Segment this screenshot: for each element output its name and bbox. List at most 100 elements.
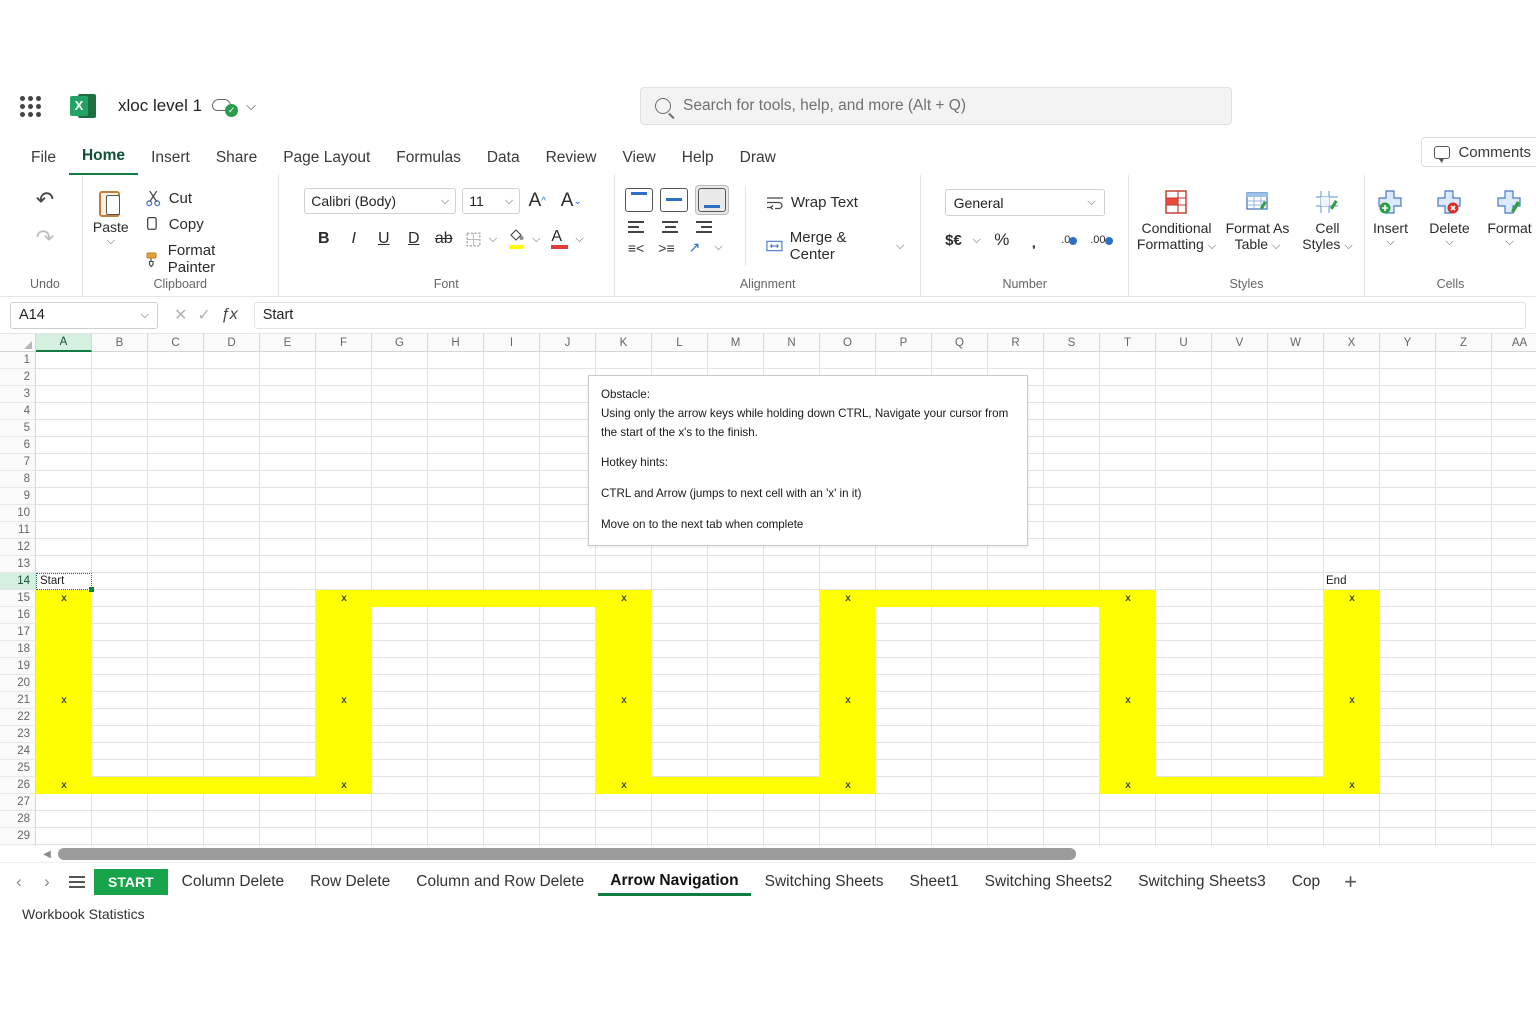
cell[interactable]: [92, 573, 148, 590]
shrink-font-button[interactable]: A ⌄: [554, 187, 588, 215]
cell[interactable]: [484, 624, 540, 641]
cell[interactable]: [92, 590, 148, 607]
cell[interactable]: [92, 420, 148, 437]
cell[interactable]: [1044, 437, 1100, 454]
cell[interactable]: [1268, 675, 1324, 692]
cell[interactable]: [652, 352, 708, 369]
cell[interactable]: [540, 743, 596, 760]
cell[interactable]: [372, 573, 428, 590]
cell[interactable]: [1436, 777, 1492, 794]
cell[interactable]: [260, 828, 316, 845]
workbook-statistics-label[interactable]: Workbook Statistics: [22, 906, 145, 922]
sheet-tab-row-delete[interactable]: Row Delete: [298, 869, 402, 895]
row-header-14[interactable]: 14: [0, 573, 36, 590]
cell[interactable]: [1380, 709, 1436, 726]
cell[interactable]: [764, 675, 820, 692]
cell[interactable]: [1324, 505, 1380, 522]
cell[interactable]: [1492, 352, 1536, 369]
insert-cells-button[interactable]: Insert ⌵: [1362, 187, 1418, 249]
cell[interactable]: [1044, 811, 1100, 828]
cell[interactable]: [1044, 675, 1100, 692]
cell[interactable]: [92, 454, 148, 471]
cell[interactable]: [428, 760, 484, 777]
cell[interactable]: [484, 352, 540, 369]
cell[interactable]: [708, 624, 764, 641]
cell[interactable]: [1436, 743, 1492, 760]
merge-chevron-down-icon[interactable]: ⌵: [896, 240, 904, 253]
cell[interactable]: [988, 675, 1044, 692]
cell[interactable]: [1212, 505, 1268, 522]
cell[interactable]: [372, 760, 428, 777]
delete-chevron-down-icon[interactable]: ⌵: [1445, 236, 1453, 249]
cell[interactable]: [92, 471, 148, 488]
cell[interactable]: [1268, 760, 1324, 777]
cell[interactable]: [204, 726, 260, 743]
cell[interactable]: [1212, 420, 1268, 437]
cell[interactable]: [1212, 403, 1268, 420]
cell[interactable]: [1044, 828, 1100, 845]
cell[interactable]: [764, 641, 820, 658]
cell[interactable]: [372, 454, 428, 471]
cell[interactable]: [372, 709, 428, 726]
cell[interactable]: [1268, 420, 1324, 437]
cell[interactable]: [1436, 658, 1492, 675]
cell[interactable]: [36, 505, 92, 522]
cell[interactable]: [372, 420, 428, 437]
cell[interactable]: [92, 692, 148, 709]
cell[interactable]: [428, 743, 484, 760]
cell[interactable]: [1044, 573, 1100, 590]
cell[interactable]: [1436, 607, 1492, 624]
cell[interactable]: [1492, 505, 1536, 522]
cell[interactable]: [92, 726, 148, 743]
cell[interactable]: [820, 556, 876, 573]
cell[interactable]: [260, 369, 316, 386]
cell[interactable]: [484, 811, 540, 828]
cell[interactable]: [1100, 522, 1156, 539]
cell[interactable]: [1268, 369, 1324, 386]
cell[interactable]: [260, 743, 316, 760]
cell[interactable]: [1380, 607, 1436, 624]
font-color-button[interactable]: A: [545, 225, 575, 253]
cell[interactable]: [1492, 386, 1536, 403]
cell[interactable]: [148, 607, 204, 624]
increase-decimal-button[interactable]: .0: [1051, 226, 1081, 254]
cell[interactable]: [932, 641, 988, 658]
cell[interactable]: [428, 573, 484, 590]
comma-style-button[interactable]: ̦: [1019, 226, 1049, 254]
cell[interactable]: [92, 522, 148, 539]
cell[interactable]: [876, 556, 932, 573]
cell[interactable]: [36, 556, 92, 573]
confirm-formula-icon[interactable]: ✓: [197, 305, 210, 325]
cell[interactable]: [148, 624, 204, 641]
column-header-Y[interactable]: Y: [1380, 334, 1436, 352]
cell[interactable]: [1268, 556, 1324, 573]
cell[interactable]: [428, 556, 484, 573]
cell[interactable]: [260, 760, 316, 777]
cell[interactable]: [316, 556, 372, 573]
row-header-4[interactable]: 4: [0, 403, 36, 420]
cell[interactable]: [1044, 760, 1100, 777]
cell[interactable]: [1156, 403, 1212, 420]
cell[interactable]: [932, 556, 988, 573]
document-title[interactable]: xloc level 1: [118, 96, 202, 116]
cell[interactable]: [876, 794, 932, 811]
cell[interactable]: [652, 624, 708, 641]
cell[interactable]: [428, 624, 484, 641]
row-header-28[interactable]: 28: [0, 811, 36, 828]
cell[interactable]: [932, 743, 988, 760]
cell[interactable]: [92, 352, 148, 369]
cell[interactable]: [428, 420, 484, 437]
cell[interactable]: [1156, 743, 1212, 760]
row-header-3[interactable]: 3: [0, 386, 36, 403]
cell[interactable]: [428, 658, 484, 675]
cell[interactable]: [260, 471, 316, 488]
cell[interactable]: [92, 658, 148, 675]
row-header-7[interactable]: 7: [0, 454, 36, 471]
cell[interactable]: [596, 573, 652, 590]
cell[interactable]: [1324, 471, 1380, 488]
cell[interactable]: [1156, 488, 1212, 505]
cell[interactable]: [204, 590, 260, 607]
cell[interactable]: [372, 471, 428, 488]
scroll-left-icon[interactable]: ◀: [40, 848, 54, 860]
column-header-R[interactable]: R: [988, 334, 1044, 352]
